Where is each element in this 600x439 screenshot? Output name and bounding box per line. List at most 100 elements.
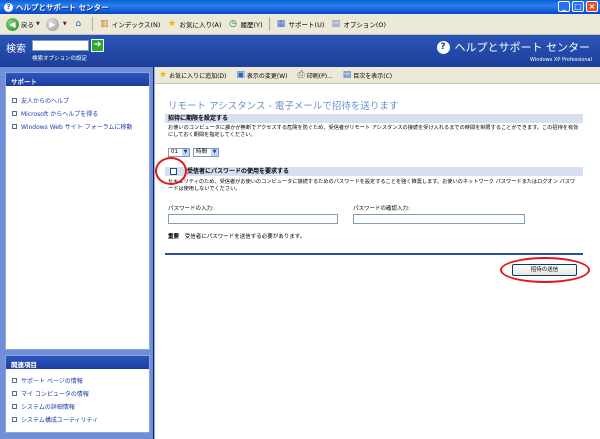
change-view-button[interactable]: ▣ 表示の変更(W) [236, 70, 287, 80]
password-section-header: 受信者にパスワードの使用を要求する [165, 167, 583, 176]
help-center-title-text: ヘルプとサポート センター [454, 41, 591, 54]
star-icon: ★ [167, 19, 176, 29]
print-label: 印刷(P)... [306, 72, 333, 80]
support-panel: サポート 友人からのヘルプ Microsoft からヘルプを得る Windows… [5, 72, 150, 350]
password-confirm-input[interactable] [353, 214, 525, 224]
sidebar-item-label: システムの詳細情報 [21, 404, 75, 411]
title-bar: ? ヘルプとサポート センター _ □ × [0, 0, 600, 14]
related-panel: 関連項目 サポート ページの情報 マイ コンピュータの情報 システムの詳細情報 … [5, 355, 150, 433]
back-label: 戻る [21, 21, 34, 29]
toc-label: 目次を表示(C) [353, 72, 393, 80]
index-button[interactable]: ▥ インデックス(N) [96, 16, 164, 33]
bullet-icon [12, 111, 17, 116]
left-pane: サポート 友人からのヘルプ Microsoft からヘルプを得る Windows… [0, 67, 153, 439]
os-edition: Windows XP Professional [530, 57, 592, 63]
printer-icon: ⎙ [297, 70, 305, 80]
bullet-icon [12, 404, 17, 409]
expiry-unit: 時間 [196, 149, 208, 155]
book-icon: ▥ [99, 19, 109, 29]
sidebar-item-label: システム構成ユーティリティ [21, 417, 99, 424]
help-icon: ? [436, 40, 450, 54]
page-title: リモート アシスタンス - 電子メールで招待を送ります [168, 101, 399, 112]
back-arrow-icon: ◀ [6, 17, 19, 31]
password-description: セキュリティのため、受信者がお使いのコンピュータに接続するためのパスワードを設定… [168, 179, 576, 192]
view-icon: ▣ [236, 70, 245, 80]
toc-icon: ▤ [342, 70, 352, 80]
related-list: サポート ページの情報 マイ コンピュータの情報 システムの詳細情報 システム構… [6, 369, 149, 434]
chevron-down-icon: ▼ [62, 21, 67, 27]
chevron-down-icon: ▼ [36, 21, 40, 27]
expiry-description: お使いのコンピュータに誰かが無断でアクセスする危険を防ぐため、受信者がリモート … [168, 125, 579, 138]
sidebar-item-label: サポート ページの情報 [21, 378, 83, 385]
expiry-unit-select[interactable]: 時間 ▼ [193, 148, 219, 157]
related-panel-title: 関連項目 [6, 356, 149, 369]
main-toolbar: ◀ 戻る ▼ ▶ ▼ ⌂ ▥ インデックス(N) ★ お気に入り(A) ◷ 履歴… [0, 14, 600, 35]
maximize-button[interactable]: □ [572, 1, 584, 12]
sidebar-item-support-page-info[interactable]: サポート ページの情報 [12, 374, 143, 387]
help-app-icon: ? [4, 2, 13, 12]
toolbar-separator [91, 17, 93, 31]
chevron-down-icon: ▼ [182, 149, 189, 156]
bullet-icon [12, 391, 17, 396]
password-label: パスワードの入力: [168, 206, 214, 212]
star-icon: ★ [159, 70, 168, 80]
search-input[interactable] [32, 40, 89, 51]
sidebar-item-label: マイ コンピュータの情報 [21, 391, 89, 398]
sidebar-item-microsoft-help[interactable]: Microsoft からヘルプを得る [12, 107, 143, 120]
header-band: 検索 ➔ 検索オプションの設定 ? ヘルプとサポート センター Windows … [0, 35, 600, 67]
forward-button[interactable]: ▶ ▼ [43, 16, 70, 33]
chevron-down-icon: ▼ [211, 149, 218, 156]
sidebar-item-system-details[interactable]: システムの詳細情報 [12, 400, 143, 413]
sidebar-item-my-computer-info[interactable]: マイ コンピュータの情報 [12, 387, 143, 400]
home-icon: ⌂ [75, 19, 82, 29]
favorites-label: お気に入り(A) [179, 21, 222, 29]
bullet-icon [12, 378, 17, 383]
content-toolbar: ★ お気に入りに追加(D) ▣ 表示の変更(W) ⎙ 印刷(P)... ▤ 目次… [155, 67, 600, 84]
bullet-icon [12, 417, 17, 422]
minimize-button[interactable]: _ [558, 1, 570, 12]
sidebar-item-label: 友人からのヘルプ [21, 98, 70, 105]
bullet-icon [12, 98, 17, 103]
support-list: 友人からのヘルプ Microsoft からヘルプを得る Windows Web … [6, 86, 149, 141]
bullet-icon [12, 124, 17, 129]
search-label: 検索 [6, 44, 26, 55]
change-view-label: 表示の変更(W) [246, 72, 288, 80]
sidebar-item-label: Windows Web サイト フォーラムに移動 [21, 124, 133, 131]
search-options-link[interactable]: 検索オプションの設定 [32, 54, 87, 62]
important-text: 受信者にパスワードを送信する必要があります。 [184, 234, 306, 240]
add-favorites-label: お気に入りに追加(D) [169, 72, 227, 80]
important-note: 重要 受信者にパスワードを送信する必要があります。 [168, 232, 305, 240]
help-center-title: ? ヘルプとサポート センター [436, 39, 591, 55]
history-icon: ◷ [229, 19, 237, 29]
section-divider [165, 253, 583, 255]
index-label: インデックス(N) [111, 21, 161, 29]
add-favorites-button[interactable]: ★ お気に入りに追加(D) [159, 70, 226, 80]
options-icon: ▤ [331, 19, 341, 29]
sidebar-item-web-forum[interactable]: Windows Web サイト フォーラムに移動 [12, 120, 143, 133]
options-button[interactable]: ▤ オプション(O) [327, 16, 389, 33]
history-label: 履歴(Y) [240, 21, 263, 29]
support-label: サポート(U) [288, 21, 325, 29]
sidebar-item-friend-help[interactable]: 友人からのヘルプ [12, 94, 143, 107]
history-button[interactable]: ◷ 履歴(Y) [225, 16, 266, 33]
options-label: オプション(O) [343, 21, 387, 29]
search-go-button[interactable]: ➔ [91, 39, 104, 52]
window-title: ヘルプとサポート センター [16, 2, 109, 12]
support-icon: ▦ [276, 19, 286, 29]
home-button[interactable]: ⌂ [70, 16, 89, 33]
expiry-value-select[interactable]: 01 ▼ [168, 148, 190, 157]
toolbar-separator [268, 17, 270, 31]
forward-arrow-icon: ▶ [45, 17, 59, 31]
support-panel-title: サポート [6, 73, 149, 86]
close-button[interactable]: × [586, 1, 598, 12]
favorites-button[interactable]: ★ お気に入り(A) [163, 16, 224, 33]
print-button[interactable]: ⎙ 印刷(P)... [298, 70, 333, 80]
important-label: 重要 [168, 234, 180, 240]
password-required-checkbox[interactable] [170, 168, 177, 175]
sidebar-item-system-config[interactable]: システム構成ユーティリティ [12, 413, 143, 426]
toc-button[interactable]: ▤ 目次を表示(C) [343, 70, 392, 80]
password-input[interactable] [168, 214, 338, 224]
send-invitation-button[interactable]: 招待の送信 [512, 264, 577, 276]
support-button[interactable]: ▦ サポート(U) [273, 16, 328, 33]
back-button[interactable]: ◀ 戻る ▼ [3, 16, 43, 33]
